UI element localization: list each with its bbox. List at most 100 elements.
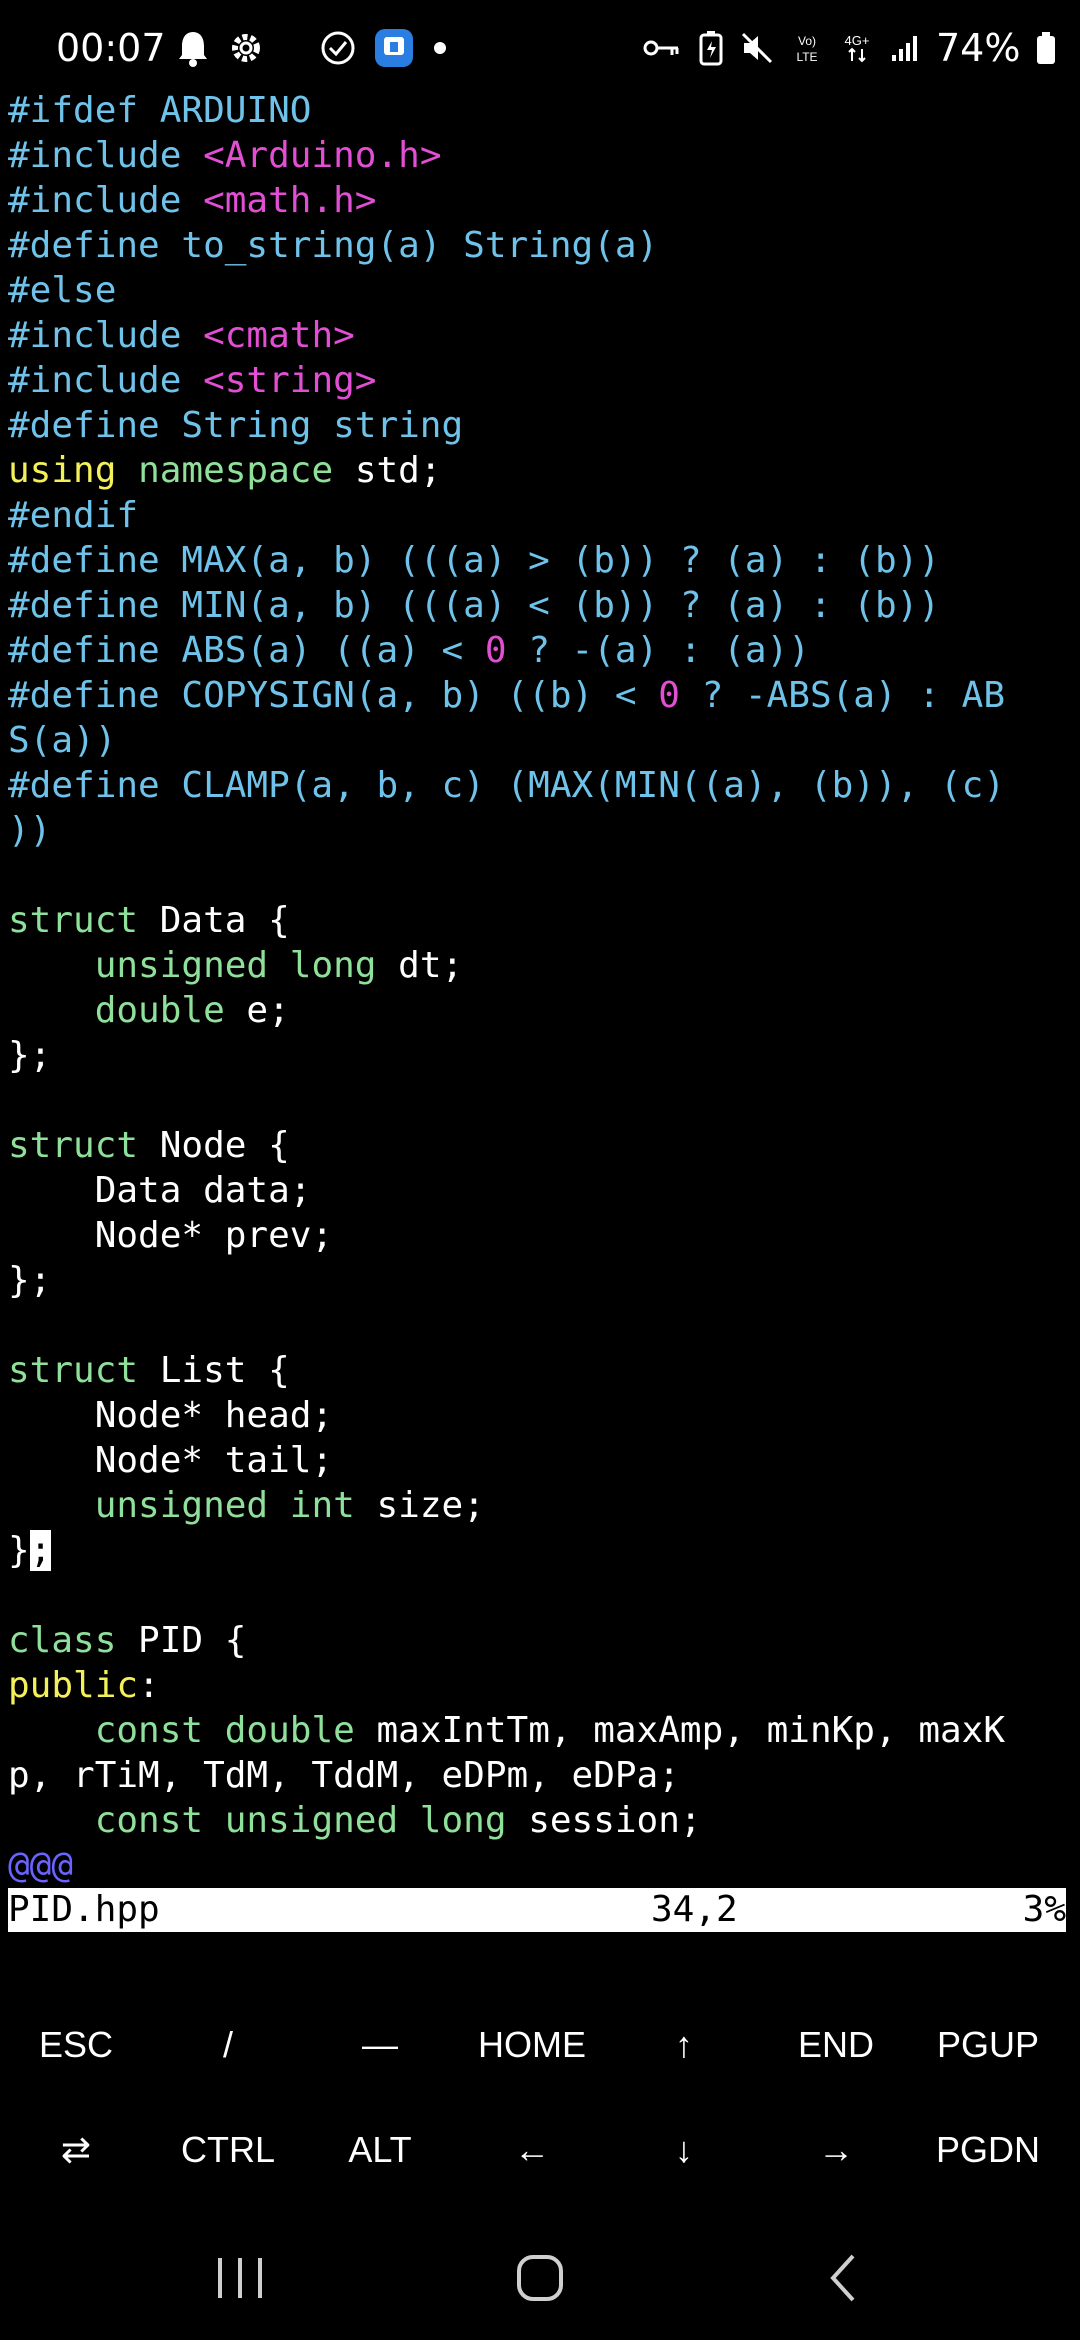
code-line: unsigned long dt; bbox=[0, 943, 1080, 988]
code-token: maxIntTm, maxAmp, minKp, maxK bbox=[354, 1710, 1006, 1751]
code-token: List { bbox=[138, 1350, 290, 1391]
status-icons-left bbox=[176, 0, 448, 96]
code-token: )) bbox=[8, 810, 52, 851]
code-token: }; bbox=[8, 1260, 52, 1301]
key-left[interactable]: ← bbox=[456, 2100, 608, 2200]
extra-keys-row-1: ESC / — HOME ↑ END PGUP bbox=[0, 1995, 1080, 2095]
vim-status-line: PID.hpp 34,2 3% bbox=[8, 1888, 1066, 1932]
file-name: PID.hpp bbox=[8, 1889, 160, 1930]
battery-icon bbox=[1036, 31, 1056, 65]
code-token: #define ABS(a) ((a) < bbox=[8, 630, 485, 671]
key-pgdn[interactable]: PGDN bbox=[912, 2100, 1064, 2200]
code-line: }; bbox=[0, 1258, 1080, 1303]
key-end[interactable]: END bbox=[760, 1995, 912, 2095]
key-icon bbox=[642, 33, 682, 63]
code-token: #include bbox=[8, 360, 204, 401]
code-token: <string> bbox=[203, 360, 377, 401]
code-line: struct Data { bbox=[0, 898, 1080, 943]
code-token: #define CLAMP(a, b, c) (MAX(MIN((a), (b)… bbox=[8, 765, 1005, 806]
volte-icon: Vo) LTE bbox=[790, 31, 824, 65]
code-line: class PID { bbox=[0, 1618, 1080, 1663]
key-down[interactable]: ↓ bbox=[608, 2100, 760, 2200]
code-token: ? -(a) : (a)) bbox=[506, 630, 810, 671]
navigation-bar bbox=[0, 2228, 1080, 2328]
code-token: @@@ bbox=[8, 1845, 74, 1886]
recents-icon[interactable] bbox=[210, 2248, 270, 2308]
key-home[interactable]: HOME bbox=[456, 1995, 608, 2095]
bell-icon bbox=[176, 29, 210, 67]
code-token: ? -ABS(a) : AB bbox=[679, 675, 1006, 716]
status-time: 00:07 bbox=[56, 26, 166, 70]
code-line: #include <Arduino.h> bbox=[0, 133, 1080, 178]
key-esc[interactable]: ESC bbox=[0, 1995, 152, 2095]
code-token: <Arduino.h> bbox=[203, 135, 442, 176]
code-line: double e; bbox=[0, 988, 1080, 1033]
code-line: #endif bbox=[0, 493, 1080, 538]
code-token: class bbox=[8, 1620, 117, 1661]
code-line: }; bbox=[0, 1528, 1080, 1573]
code-token: std; bbox=[333, 450, 442, 491]
gear-icon bbox=[228, 30, 264, 66]
code-token: S(a)) bbox=[8, 720, 117, 761]
back-icon[interactable] bbox=[815, 2248, 875, 2308]
key-pgup[interactable]: PGUP bbox=[912, 1995, 1064, 2095]
code-token: struct bbox=[8, 900, 139, 941]
code-line: Node* prev; bbox=[0, 1213, 1080, 1258]
4g-icon: 4G+ bbox=[840, 31, 874, 65]
code-line: #include <cmath> bbox=[0, 313, 1080, 358]
code-token: #else bbox=[8, 270, 117, 311]
code-token: } bbox=[8, 1530, 30, 1571]
code-token: #include bbox=[8, 180, 204, 221]
code-token: 0 bbox=[484, 630, 507, 671]
code-line: Data data; bbox=[0, 1168, 1080, 1213]
signal-icon bbox=[890, 33, 920, 63]
key-dash[interactable]: — bbox=[304, 1995, 456, 2095]
code-token: : bbox=[138, 1665, 160, 1706]
code-token: #ifdef ARDUINO bbox=[8, 90, 312, 131]
code-line: using namespace std; bbox=[0, 448, 1080, 493]
code-token: 0 bbox=[658, 675, 680, 716]
code-token: <cmath> bbox=[203, 315, 355, 356]
key-up[interactable]: ↑ bbox=[608, 1995, 760, 2095]
key-ctrl[interactable]: CTRL bbox=[152, 2100, 304, 2200]
code-line: #define String string bbox=[0, 403, 1080, 448]
code-line: #else bbox=[0, 268, 1080, 313]
code-line: #include <math.h> bbox=[0, 178, 1080, 223]
code-line: #define MIN(a, b) (((a) < (b)) ? (a) : (… bbox=[0, 583, 1080, 628]
code-token: Data { bbox=[138, 900, 290, 941]
code-line: #include <string> bbox=[0, 358, 1080, 403]
key-tab[interactable]: ⇄ bbox=[0, 2100, 152, 2200]
code-line: #define ABS(a) ((a) < 0 ? -(a) : (a)) bbox=[0, 628, 1080, 673]
code-line: p, rTiM, TdM, TddM, eDPm, eDPa; bbox=[0, 1753, 1080, 1798]
code-token: const unsigned long bbox=[94, 1800, 507, 1841]
mute-icon bbox=[740, 31, 774, 65]
code-editor[interactable]: #ifdef ARDUINO #include <Arduino.h> #inclu… bbox=[0, 88, 1080, 1888]
key-right[interactable]: → bbox=[760, 2100, 912, 2200]
code-line: #define to_string(a) String(a) bbox=[0, 223, 1080, 268]
scroll-percent: 3% bbox=[1022, 1889, 1066, 1930]
key-alt[interactable]: ALT bbox=[304, 2100, 456, 2200]
code-line: public: bbox=[0, 1663, 1080, 1708]
dot-icon bbox=[432, 40, 448, 56]
code-token: Node* tail; bbox=[8, 1440, 334, 1481]
key-slash[interactable]: / bbox=[152, 1995, 304, 2095]
code-token: #define to_string(a) String(a) bbox=[8, 225, 659, 266]
code-line: }; bbox=[0, 1033, 1080, 1078]
svg-text:LTE: LTE bbox=[796, 50, 817, 64]
extra-keys-row-2: ⇄ CTRL ALT ← ↓ → PGDN bbox=[0, 2100, 1080, 2200]
svg-text:Vo): Vo) bbox=[798, 34, 816, 48]
home-icon[interactable] bbox=[510, 2248, 570, 2308]
app-icon bbox=[374, 28, 414, 68]
code-token: #include bbox=[8, 315, 204, 356]
svg-text:4G+: 4G+ bbox=[845, 33, 870, 48]
code-token: public bbox=[8, 1665, 139, 1706]
code-token: }; bbox=[8, 1035, 52, 1076]
code-line: #define CLAMP(a, b, c) (MAX(MIN((a), (b)… bbox=[0, 763, 1080, 808]
code-line: #define COPYSIGN(a, b) ((b) < 0 ? -ABS(a… bbox=[0, 673, 1080, 718]
